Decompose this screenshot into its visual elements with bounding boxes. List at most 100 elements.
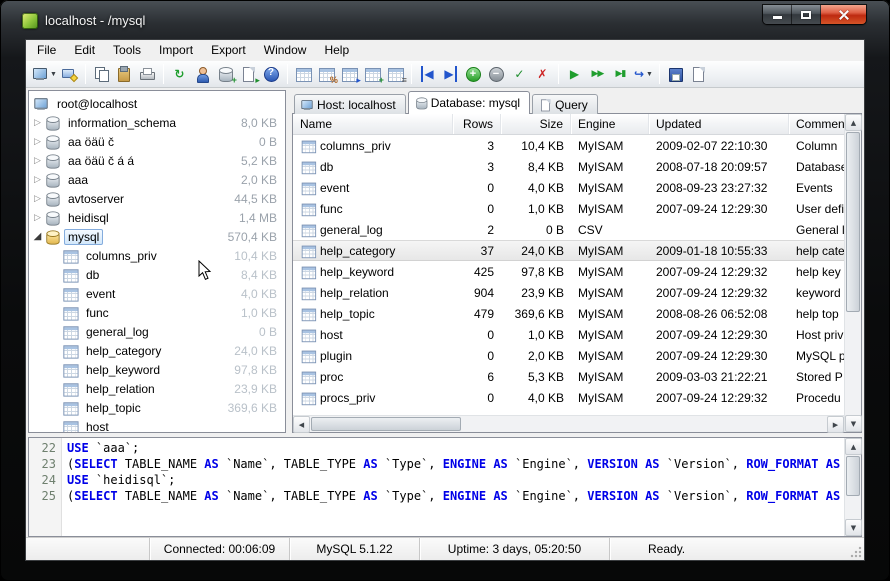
table-row-help_topic[interactable]: help_topic479369,6 KBMyISAM2008-08-26 06… — [293, 303, 844, 324]
copy-button[interactable] — [90, 62, 113, 86]
post-changes-button[interactable]: ✓ — [508, 62, 531, 86]
tree-item-avtoserver[interactable]: ▷avtoserver44,5 KB — [29, 189, 285, 208]
refresh-button[interactable]: ↻ — [168, 62, 191, 86]
remove-record-button[interactable]: − — [485, 62, 508, 86]
tab-query[interactable]: Query — [532, 94, 598, 114]
tree-item-help_keyword[interactable]: help_keyword97,8 KB — [29, 360, 285, 379]
table-row-event[interactable]: event04,0 KBMyISAM2008-09-23 23:27:32Eve… — [293, 177, 844, 198]
tree-item-aaa[interactable]: ▷aaa2,0 KB — [29, 170, 285, 189]
table-row-func[interactable]: func01,0 KBMyISAM2007-09-24 12:29:30User… — [293, 198, 844, 219]
tree-expand-icon[interactable]: ▷ — [31, 118, 44, 128]
grid-vertical-scrollbar[interactable]: ▲ ▼ — [844, 114, 861, 432]
export-button[interactable]: ▸ — [237, 62, 260, 86]
title-bar[interactable]: localhost - /mysql — [0, 0, 890, 40]
scroll-right-icon[interactable]: ▶ — [827, 416, 844, 433]
scrollbar-thumb[interactable] — [311, 417, 461, 431]
scroll-down-icon[interactable]: ▼ — [845, 519, 862, 536]
maximize-button[interactable] — [792, 5, 821, 24]
sql-log[interactable]: 22232425 USE `aaa`;(SELECT TABLE_NAME AS… — [28, 437, 862, 537]
tree-item-host[interactable]: host — [29, 417, 285, 433]
execute-line-button[interactable]: ▶▮ — [609, 62, 632, 86]
data-grid-button[interactable] — [292, 62, 315, 86]
user-manager-button[interactable] — [191, 62, 214, 86]
scroll-up-icon[interactable]: ▲ — [845, 114, 862, 131]
table-row-proc[interactable]: proc65,3 KBMyISAM2009-03-03 21:22:21Stor… — [293, 366, 844, 387]
close-button[interactable] — [821, 5, 866, 24]
tab-host[interactable]: Host: localhost — [294, 94, 406, 114]
filter-button[interactable]: % — [315, 62, 338, 86]
execute-selection-button[interactable]: ▶▶ — [586, 62, 609, 86]
tree-item-help_relation[interactable]: help_relation23,9 KB — [29, 379, 285, 398]
open-sql-button[interactable] — [687, 62, 710, 86]
tree-item-help_category[interactable]: help_category24,0 KB — [29, 341, 285, 360]
menu-help[interactable]: Help — [315, 41, 358, 60]
tree-expand-icon[interactable]: ▷ — [31, 213, 44, 223]
tree-item-event[interactable]: event4,0 KB — [29, 284, 285, 303]
server-tree[interactable]: root@localhost▷information_schema8,0 KB▷… — [28, 90, 286, 433]
tree-item-root@localhost[interactable]: root@localhost — [29, 94, 285, 113]
nav-first-button[interactable]: ◀ — [416, 62, 439, 86]
explain-button[interactable]: ↪▼ — [632, 62, 655, 86]
tree-expand-icon[interactable]: ▷ — [31, 175, 44, 185]
tree-item-mysql[interactable]: ◢mysql570,4 KB — [29, 227, 285, 246]
column-header-comment[interactable]: Comment — [789, 114, 844, 134]
tree-item-general_log[interactable]: general_log0 B — [29, 322, 285, 341]
table-row-help_category[interactable]: help_category3724,0 KBMyISAM2009-01-18 1… — [293, 240, 844, 261]
menu-file[interactable]: File — [28, 41, 65, 60]
column-header-name[interactable]: Name — [293, 114, 453, 134]
table-row-host[interactable]: host01,0 KBMyISAM2007-09-24 12:29:30Host… — [293, 324, 844, 345]
table-row-db[interactable]: db38,4 KBMyISAM2008-07-18 20:09:57Databa… — [293, 156, 844, 177]
table-row-help_relation[interactable]: help_relation90423,9 KBMyISAM2007-09-24 … — [293, 282, 844, 303]
menu-export[interactable]: Export — [202, 41, 255, 60]
minimize-button[interactable] — [763, 5, 792, 24]
column-header-engine[interactable]: Engine — [571, 114, 649, 134]
menu-window[interactable]: Window — [255, 41, 316, 60]
menu-import[interactable]: Import — [150, 41, 202, 60]
sql-vertical-scrollbar[interactable]: ▲ ▼ — [844, 438, 861, 536]
tree-item-help_topic[interactable]: help_topic369,6 KB — [29, 398, 285, 417]
tree-expand-icon[interactable]: ▷ — [31, 156, 44, 166]
grid-horizontal-scrollbar[interactable]: ◀ ▶ — [293, 415, 844, 432]
help-button[interactable] — [260, 62, 283, 86]
tree-item-aa-[interactable]: ▷aa öäü č á á5,2 KB — [29, 151, 285, 170]
scrollbar-thumb[interactable] — [846, 132, 860, 312]
add-record-button[interactable]: + — [462, 62, 485, 86]
tree-expand-icon[interactable]: ▷ — [31, 137, 44, 147]
menu-edit[interactable]: Edit — [65, 41, 104, 60]
tree-item-information_schema[interactable]: ▷information_schema8,0 KB — [29, 113, 285, 132]
table-row-plugin[interactable]: plugin02,0 KBMyISAM2007-09-24 12:29:30My… — [293, 345, 844, 366]
tree-item-heidisql[interactable]: ▷heidisql1,4 MB — [29, 208, 285, 227]
column-header-size[interactable]: Size — [501, 114, 571, 134]
resize-grip-icon[interactable] — [850, 546, 862, 558]
tree-item-columns_priv[interactable]: columns_priv10,4 KB — [29, 246, 285, 265]
session-manager-button[interactable]: ▼ — [31, 62, 58, 86]
scrollbar-thumb[interactable] — [846, 456, 860, 496]
grid-settings-button[interactable]: ≡ — [384, 62, 407, 86]
tree-item-func[interactable]: func1,0 KB — [29, 303, 285, 322]
create-database-button[interactable]: + — [214, 62, 237, 86]
scroll-down-icon[interactable]: ▼ — [845, 415, 862, 432]
column-header-rows[interactable]: Rows — [453, 114, 501, 134]
column-header-updated[interactable]: Updated — [649, 114, 789, 134]
save-sql-button[interactable] — [664, 62, 687, 86]
tree-expand-icon[interactable]: ◢ — [31, 231, 44, 242]
tree-item-db[interactable]: db8,4 KB — [29, 265, 285, 284]
table-row-procs_priv[interactable]: procs_priv04,0 KBMyISAM2007-09-24 12:29:… — [293, 387, 844, 408]
table-row-columns_priv[interactable]: columns_priv310,4 KBMyISAM2009-02-07 22:… — [293, 135, 844, 156]
scroll-left-icon[interactable]: ◀ — [293, 416, 310, 433]
execute-sql-button[interactable]: ▶ — [563, 62, 586, 86]
scroll-up-icon[interactable]: ▲ — [845, 438, 862, 455]
export-grid-button[interactable]: ▸ — [338, 62, 361, 86]
tree-item-aa-[interactable]: ▷aa öäü č0 B — [29, 132, 285, 151]
connect-button[interactable] — [58, 62, 81, 86]
nav-last-button[interactable]: ▶ — [439, 62, 462, 86]
sql-code[interactable]: USE `aaa`;(SELECT TABLE_NAME AS `Name`, … — [62, 438, 844, 536]
insert-row-button[interactable]: + — [361, 62, 384, 86]
table-row-help_keyword[interactable]: help_keyword42597,8 KBMyISAM2007-09-24 1… — [293, 261, 844, 282]
cancel-changes-button[interactable]: ✗ — [531, 62, 554, 86]
tab-database[interactable]: Database: mysql — [408, 91, 530, 114]
table-row-general_log[interactable]: general_log20 BCSVGeneral l — [293, 219, 844, 240]
tree-expand-icon[interactable]: ▷ — [31, 194, 44, 204]
menu-tools[interactable]: Tools — [104, 41, 150, 60]
paste-button[interactable] — [113, 62, 136, 86]
